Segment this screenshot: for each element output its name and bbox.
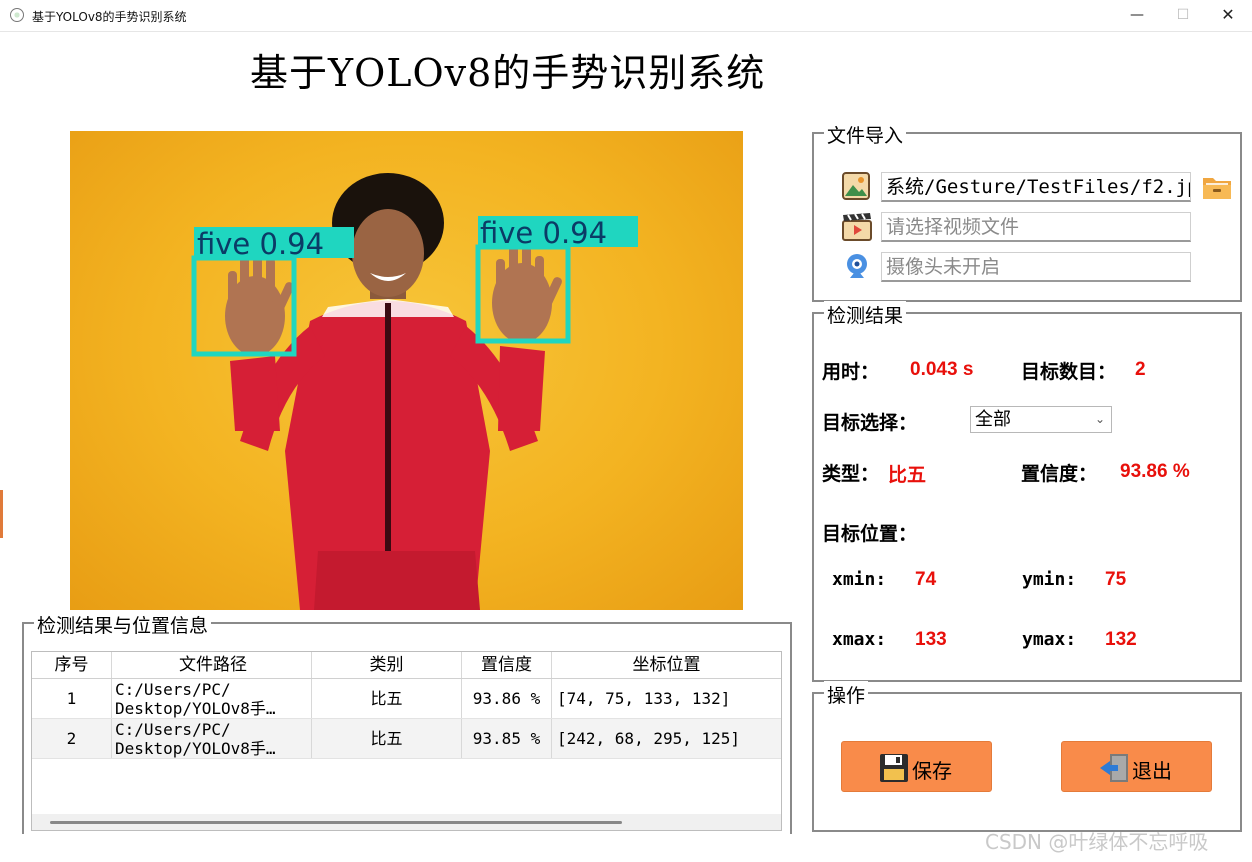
image-icon[interactable] [842, 172, 870, 200]
detection-label-2: five 0.94 [480, 216, 607, 250]
watermark: CSDN @叶绿体不忘呼吸 [985, 830, 1209, 854]
ymin-label: ymin: [1022, 569, 1077, 590]
row-path: C:/Users/PC/ Desktop/YOLOv8手… [112, 679, 312, 718]
row-coords: [74, 75, 133, 132] [557, 689, 731, 708]
column-header-index[interactable]: 序号 [32, 652, 112, 678]
window-titlebar: 基于YOLOv8的手势识别系统 — ☐ ✕ [0, 0, 1252, 32]
window-title: 基于YOLOv8的手势识别系统 [32, 10, 187, 24]
confidence-value: 93.86 % [1120, 461, 1190, 482]
scrollbar-thumb[interactable] [50, 821, 622, 824]
save-button[interactable]: 保存 [841, 741, 992, 792]
window-edge-accent [0, 490, 3, 538]
target-count-label: 目标数目： [1021, 361, 1117, 383]
camera-field[interactable]: 摄像头未开启 [881, 252, 1191, 282]
xmax-value: 133 [915, 629, 947, 650]
file-import-title: 文件导入 [824, 121, 907, 148]
folder-icon[interactable] [1202, 173, 1232, 201]
table-row[interactable]: 2 C:/Users/PC/ Desktop/YOLOv8手… 比五 93.85… [32, 719, 781, 759]
results-table-title: 检测结果与位置信息 [34, 611, 212, 638]
column-header-class[interactable]: 类别 [312, 652, 462, 678]
confidence-label: 置信度： [1021, 463, 1098, 485]
camera-icon[interactable] [844, 252, 870, 280]
detection-photo: five 0.94 five 0.94 [191, 173, 638, 610]
row-index: 2 [32, 719, 112, 758]
exit-button-label: 退出 [1132, 759, 1172, 783]
exit-button[interactable]: 退出 [1061, 741, 1212, 792]
column-header-coords[interactable]: 坐标位置 [552, 652, 781, 678]
exit-icon [1098, 752, 1130, 784]
results-table[interactable]: 序号 文件路径 类别 置信度 坐标位置 1 C:/Users/PC/ Deskt… [31, 651, 782, 831]
row-class: 比五 [312, 719, 462, 758]
target-position-label: 目标位置： [822, 523, 918, 545]
row-coords: [242, 68, 295, 125] [557, 729, 741, 748]
ymax-label: ymax: [1022, 629, 1077, 650]
video-file-field[interactable]: 请选择视频文件 [881, 212, 1191, 242]
image-path-field[interactable]: 系统/Gesture/TestFiles/f2.jpg [881, 172, 1191, 202]
ymax-value: 132 [1105, 629, 1137, 650]
ymin-value: 75 [1105, 569, 1127, 590]
xmin-value: 74 [915, 569, 937, 590]
minimize-button[interactable]: — [1114, 0, 1160, 32]
type-value: 比五 [888, 464, 927, 486]
row-confidence: 93.86 % [462, 679, 552, 718]
save-icon [878, 752, 910, 784]
chevron-down-icon: ⌄ [1094, 412, 1105, 426]
operations-title: 操作 [824, 681, 869, 708]
time-label: 用时： [822, 361, 880, 383]
row-class: 比五 [312, 679, 462, 718]
page-title: 基于YOLOv8的手势识别系统 [250, 51, 766, 95]
save-button-label: 保存 [912, 759, 952, 783]
type-label: 类型： [822, 463, 880, 485]
xmax-label: xmax: [832, 629, 887, 650]
detection-image-view: five 0.94 five 0.94 [70, 131, 743, 610]
horizontal-scrollbar[interactable] [32, 814, 781, 830]
video-icon[interactable] [842, 212, 872, 241]
close-button[interactable]: ✕ [1205, 0, 1251, 32]
row-confidence: 93.85 % [462, 719, 552, 758]
table-header: 序号 文件路径 类别 置信度 坐标位置 [32, 652, 781, 679]
detection-result-title: 检测结果 [824, 301, 907, 328]
column-header-confidence[interactable]: 置信度 [462, 652, 552, 678]
maximize-button[interactable]: ☐ [1160, 0, 1206, 32]
target-select-value: 全部 [975, 409, 1011, 430]
row-path: C:/Users/PC/ Desktop/YOLOv8手… [112, 719, 312, 758]
detection-label-1: five 0.94 [197, 227, 324, 261]
app-icon [10, 8, 24, 22]
row-index: 1 [32, 679, 112, 718]
xmin-label: xmin: [832, 569, 887, 590]
target-select-dropdown[interactable]: 全部 ⌄ [970, 406, 1112, 433]
table-row[interactable]: 1 C:/Users/PC/ Desktop/YOLOv8手… 比五 93.86… [32, 679, 781, 719]
column-header-path[interactable]: 文件路径 [112, 652, 312, 678]
target-select-label: 目标选择： [822, 412, 918, 434]
time-value: 0.043 s [910, 359, 974, 380]
target-count-value: 2 [1135, 359, 1146, 380]
